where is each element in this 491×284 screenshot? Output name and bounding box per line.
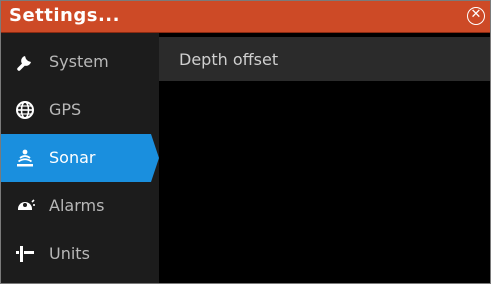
setting-label: Depth offset: [179, 50, 279, 69]
units-icon: [16, 246, 34, 262]
settings-dialog: Settings... ✕ System GPS Sonar Alarms Un…: [0, 0, 491, 284]
sonar-icon: [17, 149, 33, 167]
title-bar: Settings... ✕: [1, 1, 490, 33]
sidebar-item-label: Alarms: [49, 196, 105, 215]
sidebar-item-units[interactable]: Units: [1, 230, 151, 278]
sidebar-item-alarms[interactable]: Alarms: [1, 182, 151, 230]
sidebar-item-label: Sonar: [49, 148, 96, 167]
settings-sidebar: System GPS Sonar Alarms Units: [1, 33, 159, 283]
sidebar-item-label: GPS: [49, 100, 82, 119]
sidebar-item-gps[interactable]: GPS: [1, 86, 151, 134]
sidebar-item-label: System: [49, 52, 109, 71]
sidebar-item-sonar[interactable]: Sonar: [1, 134, 159, 182]
close-button[interactable]: ✕: [467, 7, 485, 25]
wrench-icon: [17, 56, 31, 71]
globe-icon: [16, 101, 34, 119]
depth-offset-setting[interactable]: Depth offset: [159, 37, 490, 81]
close-icon: ✕: [470, 7, 482, 22]
sidebar-item-label: Units: [49, 244, 90, 263]
sidebar-item-system[interactable]: System: [1, 38, 151, 86]
alarm-icon: [18, 199, 35, 210]
settings-content-panel: Depth offset: [159, 33, 490, 283]
dialog-title: Settings...: [9, 5, 120, 26]
